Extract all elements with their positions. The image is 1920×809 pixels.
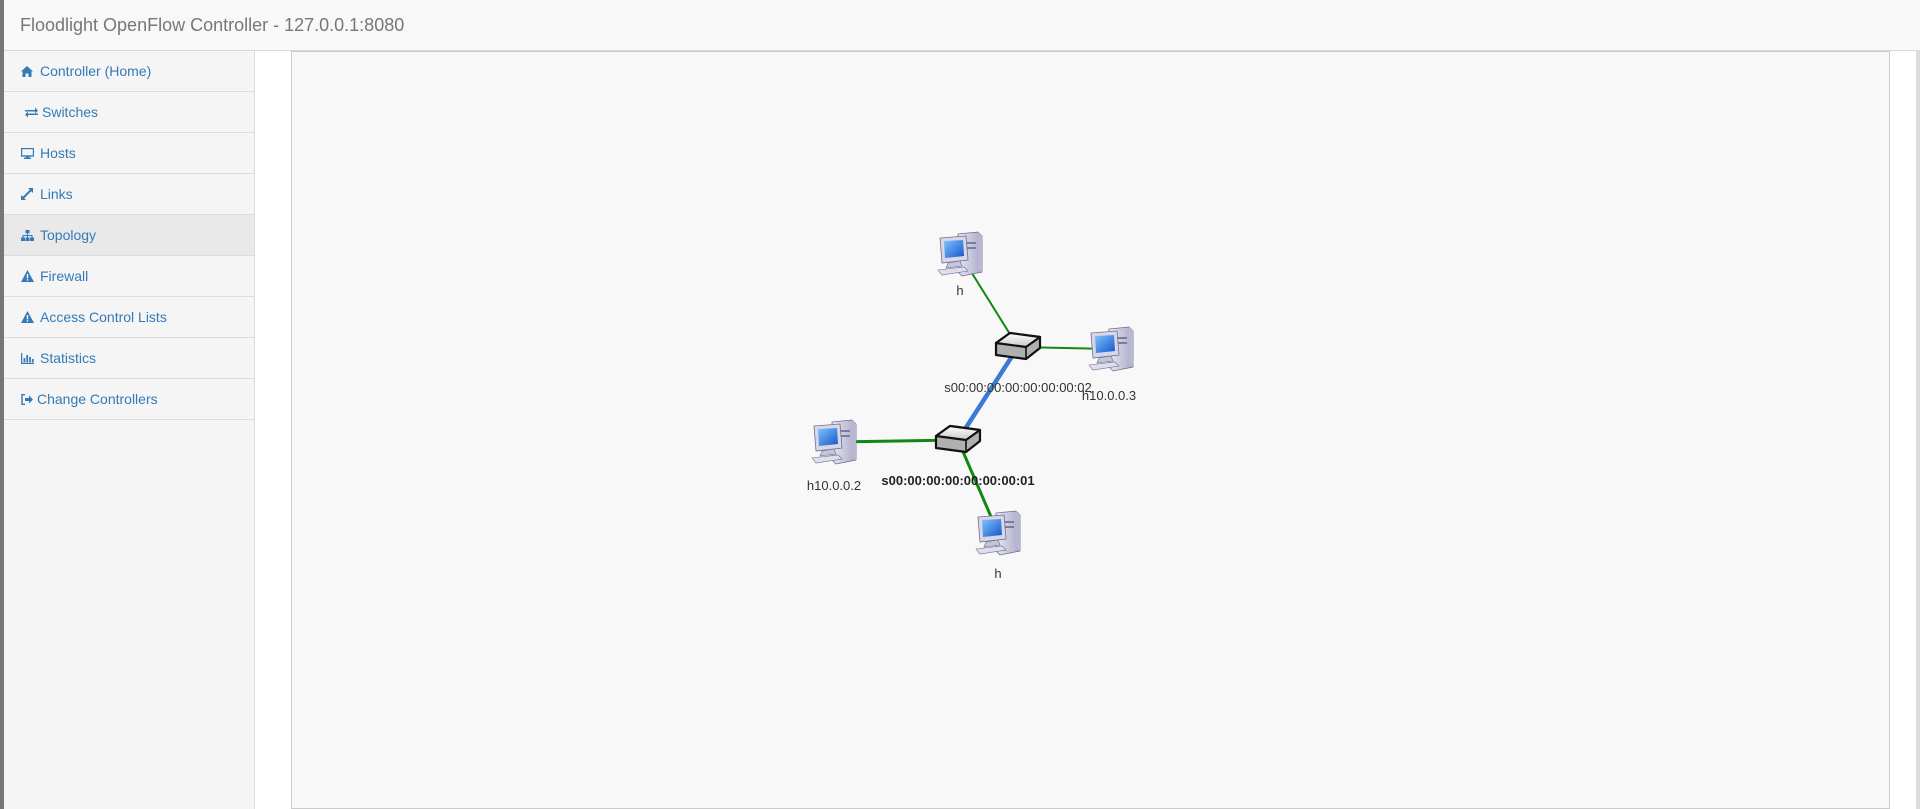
warning-icon (20, 257, 34, 297)
host-label: h (994, 566, 1001, 581)
desktop-icon (20, 134, 34, 174)
sidebar-item-firewall[interactable]: Firewall (4, 256, 254, 297)
sidebar-item-links[interactable]: Links (4, 174, 254, 215)
sidebar-label-statistics: Statistics (40, 350, 97, 366)
topology-panel[interactable]: h h10.0.0.3 h10.0.0.2 h s00:00:00:00:00:00:0… (291, 51, 1890, 809)
sidebar-link-topology[interactable]: Topology (20, 215, 96, 255)
sidebar-item-statistics[interactable]: Statistics (4, 338, 254, 379)
computer-icon (937, 231, 983, 277)
sidebar-link-firewall[interactable]: Firewall (20, 256, 88, 296)
computer-icon (811, 419, 857, 465)
computer-icon (1088, 326, 1134, 372)
window-edge (1916, 51, 1920, 809)
sidebar-nav: Controller (Home) Switches Hosts Links T… (4, 51, 254, 420)
host-label: h10.0.0.2 (807, 478, 861, 493)
computer-icon (975, 510, 1021, 556)
sidebar-link-switches[interactable]: Switches (24, 92, 98, 132)
sidebar-link-change-controllers[interactable]: Change Controllers (20, 379, 158, 419)
home-icon (20, 52, 34, 92)
switch-icon (934, 424, 982, 454)
top-navbar: Floodlight OpenFlow Controller - 127.0.0… (4, 0, 1920, 51)
sidebar-link-statistics[interactable]: Statistics (20, 338, 96, 378)
sidebar-link-access-control-lists[interactable]: Access Control Lists (20, 297, 167, 337)
switch-label: s00:00:00:00:00:00:00:01 (881, 473, 1034, 488)
app-title[interactable]: Floodlight OpenFlow Controller - 127.0.0… (20, 15, 404, 36)
app-window: Floodlight OpenFlow Controller - 127.0.0… (0, 0, 1920, 809)
sitemap-icon (20, 216, 34, 256)
sidebar-link-hosts[interactable]: Hosts (20, 133, 76, 173)
sidebar-label-topology: Topology (40, 227, 97, 243)
switch-icon (994, 331, 1042, 361)
sidebar-item-access-control-lists[interactable]: Access Control Lists (4, 297, 254, 338)
sidebar-label-change-controllers: Change Controllers (37, 391, 158, 407)
host-node[interactable]: h10.0.0.2 (807, 419, 861, 493)
host-node[interactable]: h (975, 510, 1021, 581)
sidebar-label-hosts: Hosts (40, 145, 76, 161)
sidebar-item-switches[interactable]: Switches (4, 92, 254, 133)
host-node[interactable]: h (937, 231, 983, 298)
sidebar-item-change-controllers[interactable]: Change Controllers (4, 379, 254, 420)
sidebar-item-controller-home[interactable]: Controller (Home) (4, 51, 254, 92)
sidebar-link-links[interactable]: Links (20, 174, 73, 214)
main-content: h h10.0.0.3 h10.0.0.2 h s00:00:00:00:00:00:0… (255, 51, 1920, 809)
host-label: h (956, 283, 963, 298)
sign-out-icon (20, 380, 34, 420)
sidebar-item-topology[interactable]: Topology (4, 215, 254, 256)
switch-node[interactable]: s00:00:00:00:00:00:00:02 (944, 331, 1092, 395)
sidebar: Controller (Home) Switches Hosts Links T… (4, 51, 255, 809)
expand-icon (20, 175, 34, 215)
warning-icon (20, 298, 34, 338)
bar-chart-icon (20, 339, 34, 379)
sidebar-label-links: Links (40, 186, 73, 202)
sidebar-label-controller-home: Controller (Home) (40, 63, 152, 79)
nodes-layer: hh10.0.0.3h10.0.0.2hs00:00:00:00:00:00:0… (807, 231, 1136, 581)
sidebar-label-switches: Switches (42, 104, 99, 120)
sidebar-label-firewall: Firewall (40, 268, 89, 284)
switch-label: s00:00:00:00:00:00:00:02 (944, 380, 1091, 395)
sidebar-link-controller-home[interactable]: Controller (Home) (20, 51, 151, 91)
sidebar-item-hosts[interactable]: Hosts (4, 133, 254, 174)
topology-graph[interactable]: hh10.0.0.3h10.0.0.2hs00:00:00:00:00:00:0… (292, 52, 1889, 808)
sidebar-label-access-control-lists: Access Control Lists (40, 309, 167, 325)
switch-node[interactable]: s00:00:00:00:00:00:00:01 (881, 424, 1035, 488)
exchange-icon (24, 93, 38, 133)
